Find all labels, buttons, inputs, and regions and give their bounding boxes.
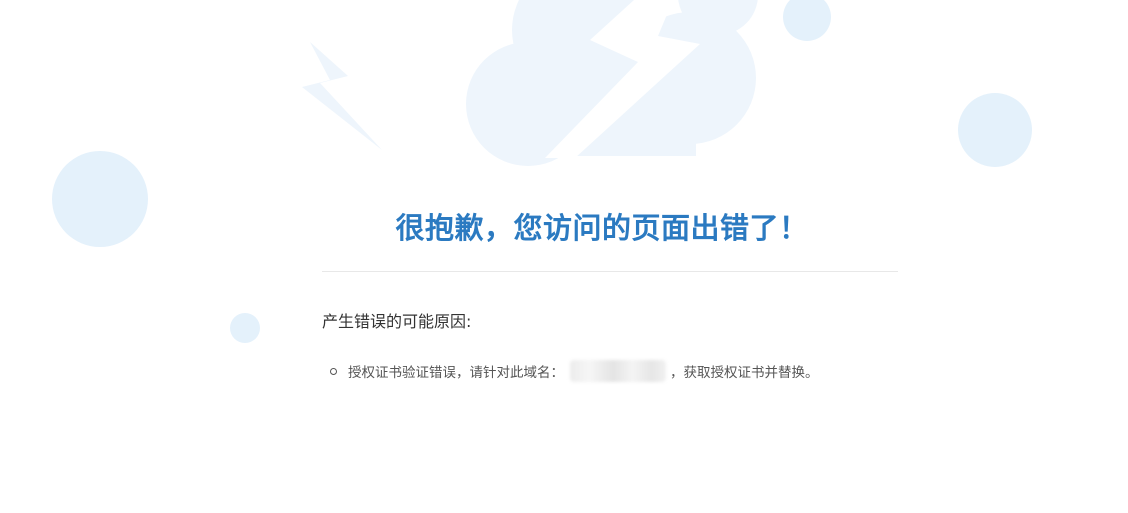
decor-circle-right: [958, 93, 1032, 167]
divider: [322, 271, 898, 272]
bullet-icon: [330, 367, 337, 375]
list-item: 授权证书验证错误，请针对此域名： ，获取授权证书并替换。: [330, 360, 819, 382]
reason-text-prefix: 授权证书验证错误，请针对此域名：: [348, 365, 564, 381]
lightning-bolt-icon: [302, 42, 382, 150]
reasons-heading: 产生错误的可能原因:: [322, 312, 472, 331]
error-page: 很抱歉，您访问的页面出错了！ 产生错误的可能原因: 授权证书验证错误，请针对此域…: [0, 0, 1128, 513]
reason-text-suffix: ，获取授权证书并替换。: [670, 365, 819, 381]
reason-list: 授权证书验证错误，请针对此域名： ，获取授权证书并替换。: [330, 360, 819, 382]
redacted-domain: [570, 360, 666, 382]
decor-circle-top-right: [783, 0, 831, 41]
background-illustration: [52, 0, 1032, 343]
page-title: 很抱歉，您访问的页面出错了！: [395, 211, 809, 245]
decor-circle-small: [230, 313, 260, 343]
cloud-lightning-icon: [466, 0, 758, 166]
